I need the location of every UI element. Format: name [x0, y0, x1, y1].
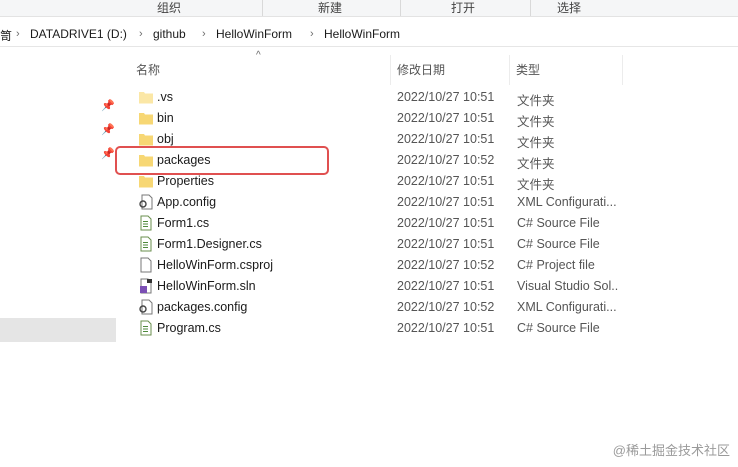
file-type: C# Source File — [517, 237, 600, 251]
ribbon-separator — [262, 0, 263, 16]
watermark: @稀土掘金技术社区 — [612, 443, 730, 458]
config-file-icon — [139, 194, 153, 210]
breadcrumb-item[interactable]: github — [153, 27, 186, 41]
file-date: 2022/10/27 10:51 — [397, 216, 495, 230]
breadcrumb-chevron-icon[interactable]: › — [310, 28, 314, 40]
folder-icon — [139, 173, 153, 189]
nav-item-selected[interactable] — [0, 318, 116, 342]
file-type: C# Project file — [517, 258, 595, 272]
file-row[interactable]: Form1.cs 2022/10/27 10:51 C# Source File — [137, 213, 737, 234]
address-bar[interactable]: 笥 › DATADRIVE1 (D:) › github › HelloWinF… — [0, 24, 738, 47]
file-type: XML Configurati... — [517, 195, 617, 209]
file-name[interactable]: .vs — [157, 90, 173, 104]
file-row[interactable]: .vs 2022/10/27 10:51 文件夹 — [137, 87, 737, 108]
pin-icon[interactable]: 📌 — [101, 99, 115, 112]
file-date: 2022/10/27 10:51 — [397, 279, 495, 293]
ribbon-group-organize: 组织 — [157, 1, 182, 15]
file-name[interactable]: Form1.Designer.cs — [157, 237, 262, 251]
file-name[interactable]: App.config — [157, 195, 216, 209]
file-row[interactable]: HelloWinForm.sln 2022/10/27 10:51 Visual S… — [137, 276, 737, 297]
ribbon-group-bar: 组织 新建 打开 选择 — [0, 0, 738, 17]
file-row[interactable]: Form1.Designer.cs 2022/10/27 10:51 C# Sour… — [137, 234, 737, 255]
file-name[interactable]: HelloWinForm.csproj — [157, 258, 273, 272]
file-type: Visual Studio Sol... — [517, 279, 619, 293]
column-divider[interactable] — [390, 55, 391, 85]
file-list[interactable]: ^ 名称 修改日期 类型 .vs 2022/10/27 10:51 文件夹 bin 20… — [117, 47, 738, 467]
file-type: XML Configurati... — [517, 300, 617, 314]
breadcrumb-item[interactable]: HelloWinForm — [216, 27, 292, 41]
breadcrumb-chevron-icon[interactable]: › — [202, 28, 206, 40]
breadcrumb-item[interactable]: HelloWinForm — [324, 27, 400, 41]
file-row[interactable]: packages.config 2022/10/27 10:52 XML Confi… — [137, 297, 737, 318]
file-name[interactable]: Properties — [157, 174, 214, 188]
file-name[interactable]: Program.cs — [157, 321, 221, 335]
ribbon-group-select: 选择 — [557, 1, 582, 15]
cs-file-icon — [139, 320, 153, 336]
column-header-type[interactable]: 类型 — [516, 61, 540, 78]
file-date: 2022/10/27 10:51 — [397, 111, 495, 125]
breadcrumb-item[interactable]: 笥 — [0, 27, 12, 44]
column-divider[interactable] — [622, 55, 623, 85]
file-name[interactable]: packages.config — [157, 300, 247, 314]
file-type: 文件夹 — [517, 136, 555, 150]
file-name[interactable]: HelloWinForm.sln — [157, 279, 256, 293]
file-row[interactable]: Program.cs 2022/10/27 10:51 C# Source File — [137, 318, 737, 339]
file-date: 2022/10/27 10:51 — [397, 174, 495, 188]
column-header-date[interactable]: 修改日期 — [397, 61, 445, 78]
file-date: 2022/10/27 10:51 — [397, 132, 495, 146]
file-row[interactable]: bin 2022/10/27 10:51 文件夹 — [137, 108, 737, 129]
sln-file-icon — [139, 278, 153, 294]
ribbon-separator — [530, 0, 531, 16]
ribbon-group-new: 新建 — [318, 1, 343, 15]
config-file-icon — [139, 299, 153, 315]
file-row[interactable]: HelloWinForm.csproj 2022/10/27 10:52 C# Pr… — [137, 255, 737, 276]
pin-icon[interactable]: 📌 — [101, 123, 115, 136]
file-row[interactable]: App.config 2022/10/27 10:51 XML Configurat… — [137, 192, 737, 213]
sort-up-icon: ^ — [256, 50, 261, 61]
ribbon-group-open: 打开 — [451, 1, 476, 15]
breadcrumb-chevron-icon[interactable]: › — [16, 28, 20, 40]
file-date: 2022/10/27 10:51 — [397, 90, 495, 104]
cs-file-icon — [139, 215, 153, 231]
folder-icon — [139, 131, 153, 147]
file-type: C# Source File — [517, 321, 600, 335]
file-name[interactable]: obj — [157, 132, 174, 146]
column-divider[interactable] — [509, 55, 510, 85]
file-type: 文件夹 — [517, 115, 555, 129]
file-date: 2022/10/27 10:52 — [397, 153, 495, 167]
folder-icon — [139, 110, 153, 126]
ribbon-separator — [400, 0, 401, 16]
column-header-row: ^ 名称 修改日期 类型 — [117, 47, 738, 87]
pin-icon[interactable]: 📌 — [101, 147, 115, 160]
navigation-pane[interactable]: 📌 📌 📌 — [0, 47, 116, 467]
breadcrumb-chevron-icon[interactable]: › — [139, 28, 143, 40]
file-date: 2022/10/27 10:52 — [397, 300, 495, 314]
file-date: 2022/10/27 10:51 — [397, 321, 495, 335]
file-type: 文件夹 — [517, 94, 555, 108]
folder-icon — [139, 89, 153, 105]
file-date: 2022/10/27 10:52 — [397, 258, 495, 272]
cs-file-icon — [139, 236, 153, 252]
file-type: 文件夹 — [517, 178, 555, 192]
file-date: 2022/10/27 10:51 — [397, 195, 495, 209]
file-type: 文件夹 — [517, 157, 555, 171]
project-file-icon — [139, 257, 153, 273]
breadcrumb-item[interactable]: DATADRIVE1 (D:) — [30, 27, 127, 41]
highlight-box — [115, 146, 329, 175]
file-name[interactable]: Form1.cs — [157, 216, 209, 230]
file-date: 2022/10/27 10:51 — [397, 237, 495, 251]
file-type: C# Source File — [517, 216, 600, 230]
column-header-name[interactable]: 名称 — [136, 61, 160, 78]
file-name[interactable]: bin — [157, 111, 174, 125]
